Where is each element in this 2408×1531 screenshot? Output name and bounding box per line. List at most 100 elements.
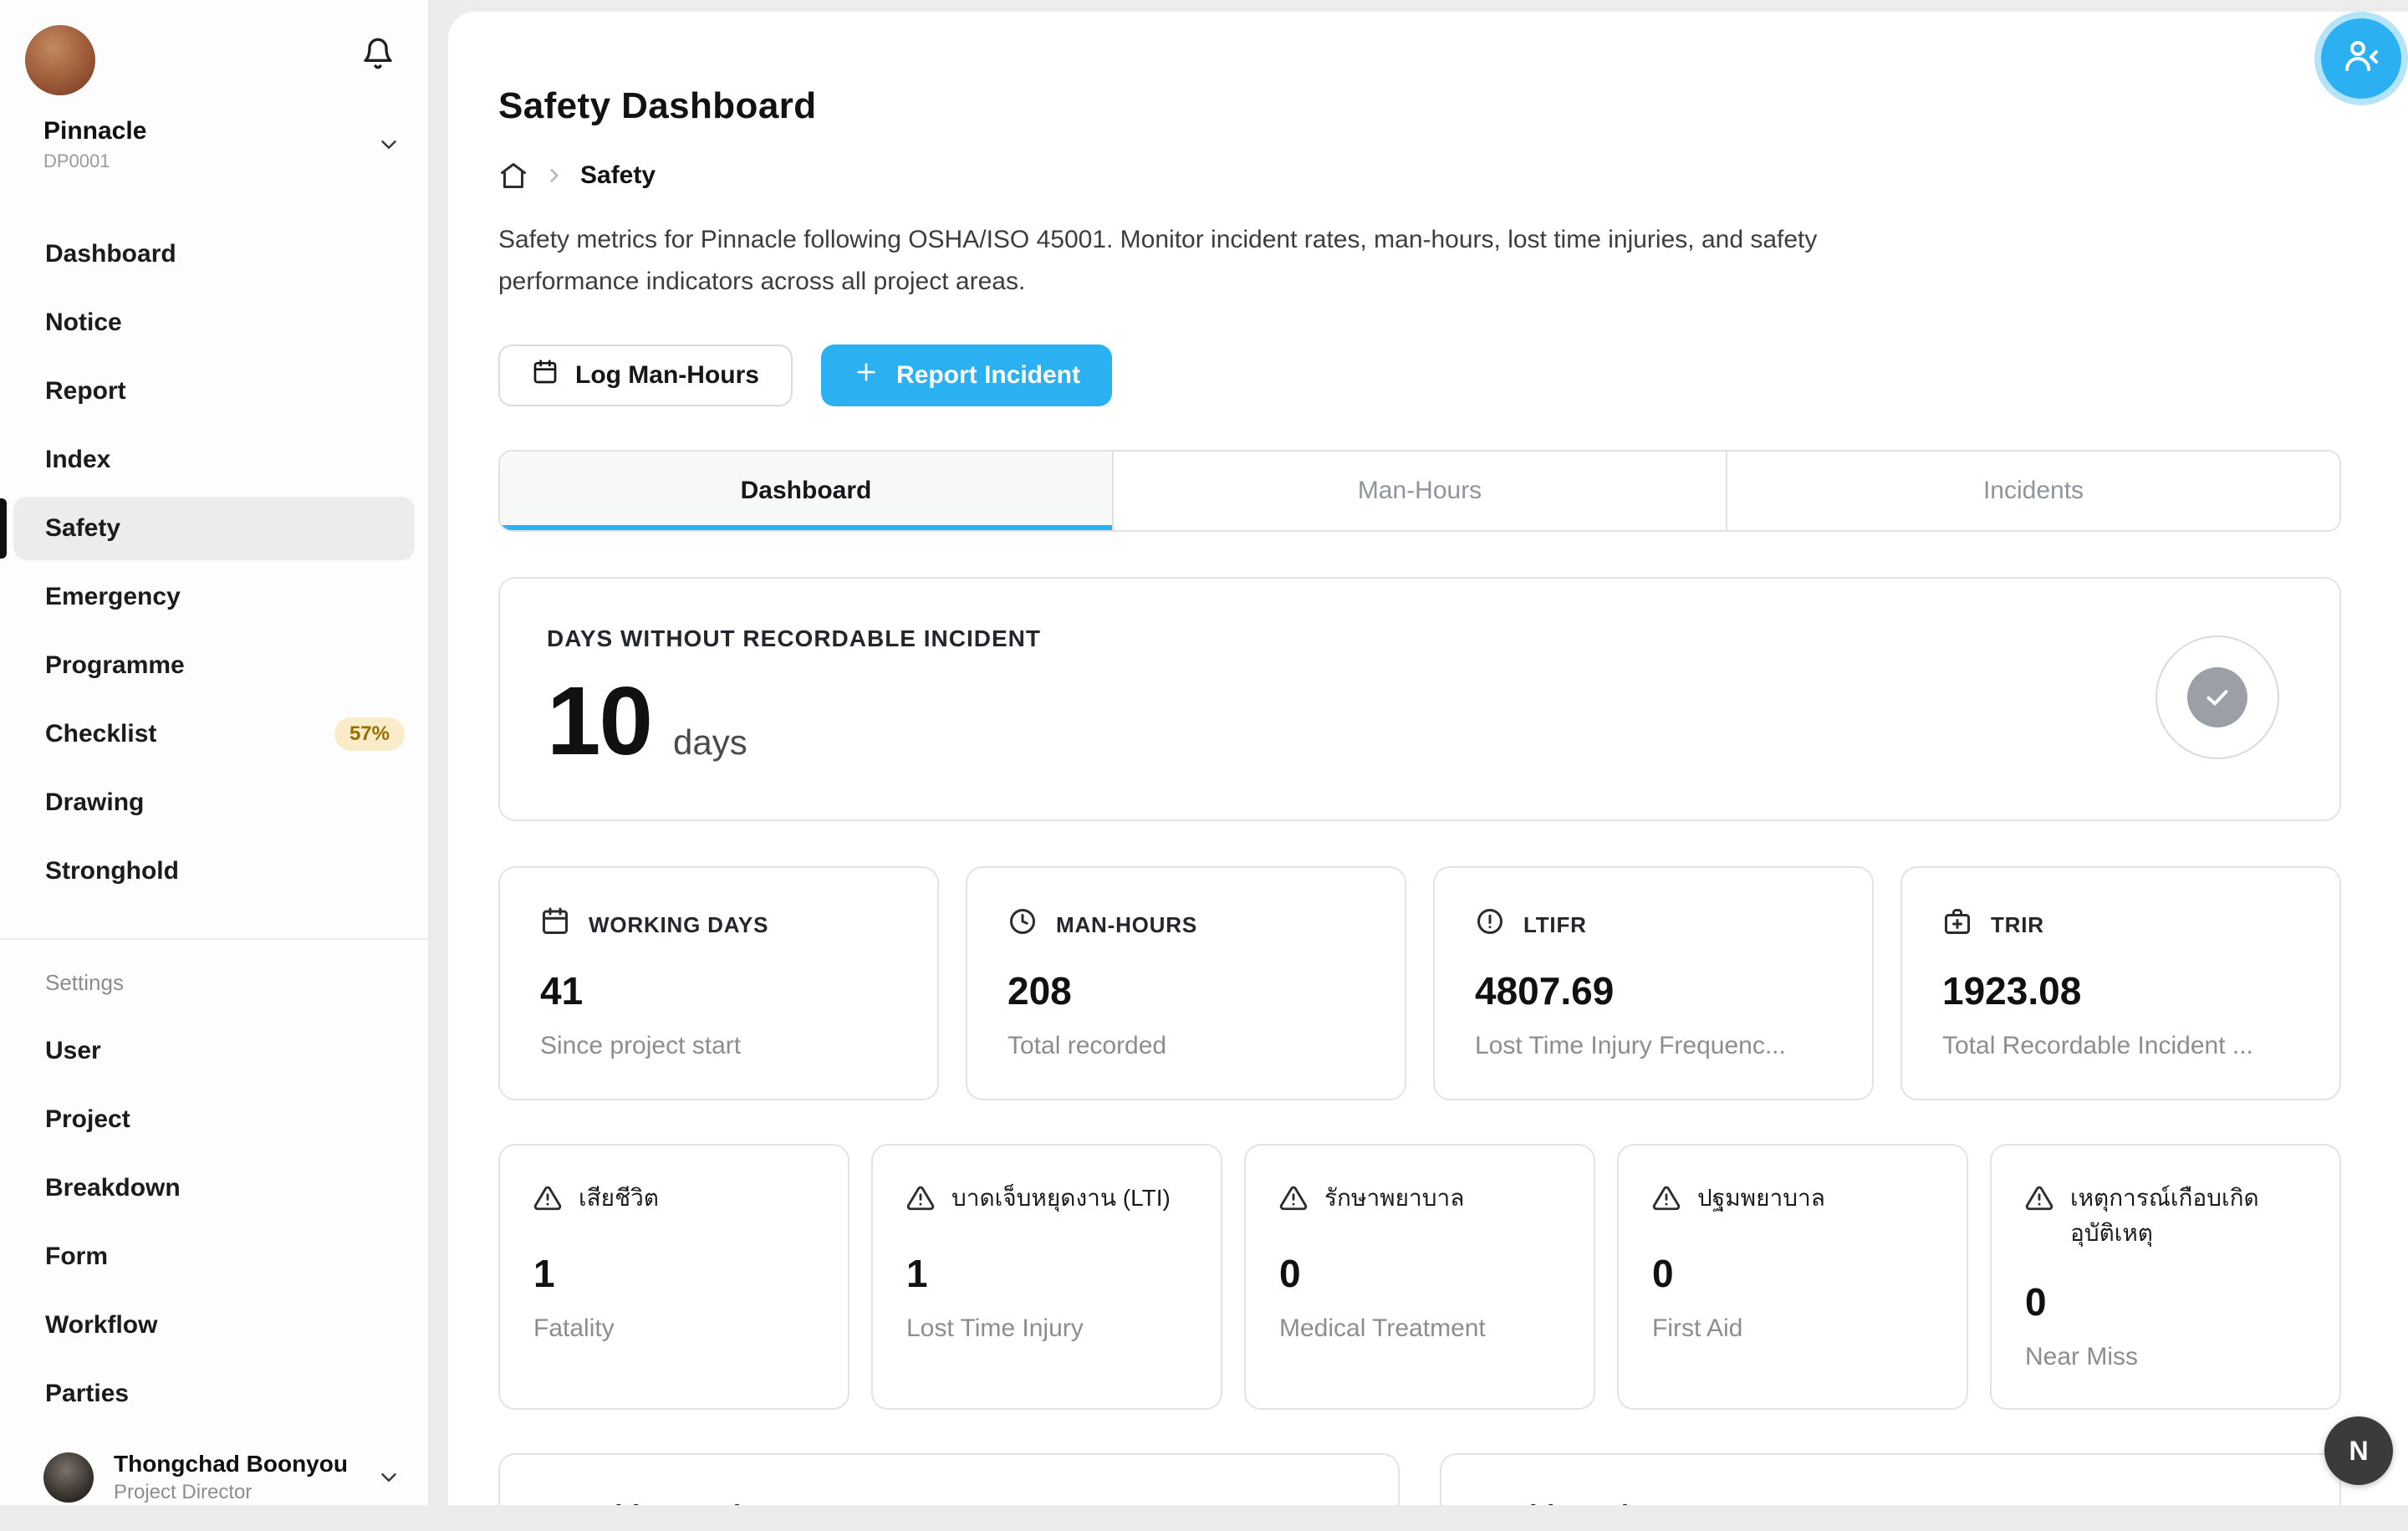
sidebar-item-label: Dashboard <box>45 240 176 268</box>
project-switcher[interactable]: Pinnacle DP0001 <box>0 95 428 172</box>
stat-value: 41 <box>540 968 897 1013</box>
tab-label: Man-Hours <box>1358 477 1482 505</box>
incident-card-near-miss: เหตุการณ์เกือบเกิดอุบัติเหตุ 0 Near Miss <box>1990 1144 2341 1410</box>
sidebar-settings-section: Settings User Project Breakdown Form Wor… <box>0 938 428 1431</box>
sidebar-item-label: Checklist <box>45 720 156 748</box>
user-menu[interactable]: Thongchad Boonyou Project Director <box>0 1431 428 1531</box>
stat-value: 4807.69 <box>1475 968 1832 1013</box>
calendar-icon <box>540 906 570 943</box>
days-unit: days <box>673 722 747 763</box>
tab-bar: Dashboard Man-Hours Incidents <box>498 450 2341 532</box>
stat-cards-row: WORKING DAYS 41 Since project start MAN-… <box>498 866 2341 1100</box>
incident-label-th: รักษาพยาบาล <box>1324 1181 1464 1222</box>
check-circle-graphic <box>2155 635 2279 759</box>
user-info: Thongchad Boonyou Project Director <box>114 1451 348 1504</box>
sidebar-item-label: Form <box>45 1243 108 1271</box>
warning-triangle-icon <box>2025 1181 2053 1251</box>
breadcrumb: Safety <box>498 161 2341 191</box>
check-icon <box>2187 667 2247 727</box>
stat-value: 1923.08 <box>1942 968 2299 1013</box>
project-info: Pinnacle DP0001 <box>43 117 146 172</box>
sidebar-item-label: Notice <box>45 309 122 337</box>
sidebar-item-label: Safety <box>45 514 120 543</box>
sidebar-item-safety[interactable]: Safety <box>0 497 428 560</box>
tab-man-hours[interactable]: Man-Hours <box>1112 452 1726 530</box>
type-head: บาดเจ็บหยุดงาน (LTI) <box>906 1181 1187 1222</box>
page-title: Safety Dashboard <box>498 12 2341 127</box>
sidebar-item-programme[interactable]: Programme <box>0 634 428 697</box>
stat-head: MAN-HOURS <box>1008 906 1365 943</box>
stat-card-trir: TRIR 1923.08 Total Recordable Incident .… <box>1900 866 2341 1100</box>
sidebar-item-notice[interactable]: Notice <box>0 291 428 355</box>
stat-label: LTIFR <box>1523 912 1587 938</box>
incident-label-en: Lost Time Injury <box>906 1314 1187 1343</box>
type-head: เหตุการณ์เกือบเกิดอุบัติเหตุ <box>2025 1181 2306 1251</box>
user-switch-button[interactable] <box>2321 18 2401 99</box>
main-panel: Safety Dashboard Safety Safety metrics f… <box>448 12 2408 1505</box>
log-man-hours-button[interactable]: Log Man-Hours <box>498 344 793 406</box>
app-root: Pinnacle DP0001 Dashboard Notice Report … <box>0 0 2408 1505</box>
report-incident-button[interactable]: Report Incident <box>821 344 1112 406</box>
panel-title: Incidents by Type <box>1488 1500 2293 1505</box>
sidebar-item-stronghold[interactable]: Stronghold <box>0 839 428 903</box>
panel-title: Monthly Trend <box>547 1500 1351 1505</box>
incident-label-en: Medical Treatment <box>1279 1314 1560 1343</box>
tab-dashboard[interactable]: Dashboard <box>500 452 1112 530</box>
project-name: Pinnacle <box>43 117 146 145</box>
calendar-icon <box>532 359 559 392</box>
sidebar-item-label: Workflow <box>45 1311 157 1340</box>
user-name: Thongchad Boonyou <box>114 1451 348 1477</box>
stat-value: 208 <box>1008 968 1365 1013</box>
sidebar-item-user[interactable]: User <box>0 1019 428 1083</box>
incident-card-fatality: เสียชีวิต 1 Fatality <box>498 1144 849 1410</box>
stat-caption: Total recorded <box>1008 1032 1365 1060</box>
incident-count: 0 <box>1279 1251 1560 1296</box>
tab-incidents[interactable]: Incidents <box>1726 452 2339 530</box>
sidebar-item-breakdown[interactable]: Breakdown <box>0 1156 428 1220</box>
sidebar-item-workflow[interactable]: Workflow <box>0 1294 428 1357</box>
sidebar-item-label: Drawing <box>45 788 144 817</box>
warning-triangle-icon <box>1652 1181 1681 1222</box>
sidebar-item-report[interactable]: Report <box>0 360 428 423</box>
floating-button-label: N <box>2349 1436 2368 1467</box>
sidebar-item-form[interactable]: Form <box>0 1225 428 1289</box>
sidebar-item-index[interactable]: Index <box>0 428 428 492</box>
notifications-bell-button[interactable] <box>361 37 395 70</box>
floating-n-button[interactable]: N <box>2324 1416 2393 1485</box>
sidebar-item-emergency[interactable]: Emergency <box>0 565 428 629</box>
incident-count: 1 <box>533 1251 814 1296</box>
sidebar-item-project[interactable]: Project <box>0 1088 428 1151</box>
action-buttons: Log Man-Hours Report Incident <box>498 344 2341 406</box>
chevron-right-icon <box>543 165 565 186</box>
alert-circle-icon <box>1475 906 1505 943</box>
tab-label: Incidents <box>1983 477 2084 505</box>
monthly-trend-panel: Monthly Trend <box>498 1453 1400 1505</box>
project-avatar[interactable] <box>25 25 95 95</box>
stat-head: LTIFR <box>1475 906 1832 943</box>
chevron-down-icon <box>376 1465 401 1490</box>
stat-head: WORKING DAYS <box>540 906 897 943</box>
incident-count: 0 <box>1652 1251 1933 1296</box>
home-icon[interactable] <box>498 161 528 191</box>
stat-caption: Total Recordable Incident ... <box>1942 1032 2299 1060</box>
user-avatar <box>43 1452 94 1503</box>
incident-label-en: Near Miss <box>2025 1343 2306 1371</box>
incident-label-th: เสียชีวิต <box>579 1181 659 1222</box>
stat-card-ltifr: LTIFR 4807.69 Lost Time Injury Frequenc.… <box>1433 866 1874 1100</box>
hero-value-row: 10 days <box>547 672 1041 769</box>
incident-count: 1 <box>906 1251 1187 1296</box>
sidebar-item-parties[interactable]: Parties <box>0 1362 428 1426</box>
incident-label-th: เหตุการณ์เกือบเกิดอุบัติเหตุ <box>2070 1181 2306 1251</box>
user-role: Project Director <box>114 1481 348 1504</box>
warning-triangle-icon <box>1279 1181 1308 1222</box>
breadcrumb-current: Safety <box>580 161 656 190</box>
incident-label-th: ปฐมพยาบาล <box>1697 1181 1825 1222</box>
charts-row: Monthly Trend Incidents by Type <box>498 1453 2341 1505</box>
sidebar-item-dashboard[interactable]: Dashboard <box>0 222 428 286</box>
clock-icon <box>1008 906 1038 943</box>
sidebar-item-checklist[interactable]: Checklist 57% <box>0 702 428 766</box>
type-head: ปฐมพยาบาล <box>1652 1181 1933 1222</box>
days-without-incident-card: DAYS WITHOUT RECORDABLE INCIDENT 10 days <box>498 577 2341 821</box>
stat-head: TRIR <box>1942 906 2299 943</box>
sidebar-item-drawing[interactable]: Drawing <box>0 771 428 834</box>
